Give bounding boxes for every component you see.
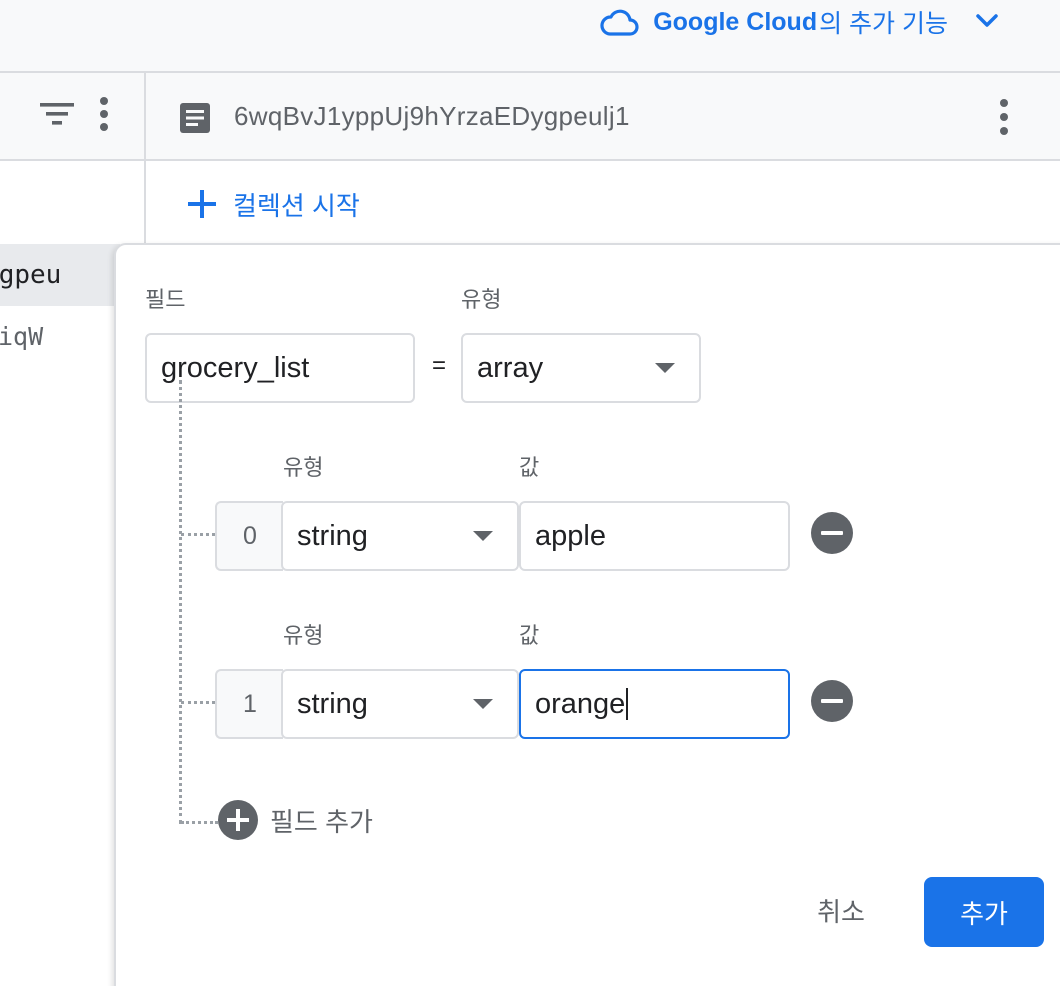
extensions-label: 의 추가 기능: [819, 10, 948, 38]
document-panel-header: 6wqBvJ1yppUj9hYrzaEDygpeulj1: [146, 73, 1060, 161]
type-label: 유형: [461, 287, 502, 312]
filter-icon[interactable]: [38, 95, 76, 133]
document-id: 6wqBvJ1yppUj9hYrzaEDygpeulj1: [234, 101, 630, 131]
element-value-input[interactable]: apple: [519, 501, 790, 571]
tree-line: [179, 380, 182, 824]
google-cloud-extensions-menu[interactable]: Google Cloud 의 추가 기능: [599, 2, 948, 42]
dropdown-arrow-icon: [655, 363, 675, 373]
element-index-value: 0: [243, 521, 257, 550]
element-type-label: 유형: [283, 455, 324, 480]
add-field-label: 필드 추가: [270, 806, 373, 837]
element-type-value: string: [297, 519, 368, 552]
tree-branch: [181, 533, 215, 536]
field-label: 필드: [145, 287, 186, 312]
tree-branch: [181, 701, 215, 704]
equals-sign: =: [432, 352, 447, 379]
list-item-label: 6wqBvJ1yppUj9hYrzaEDygpeu: [0, 260, 62, 290]
remove-circle-icon[interactable]: [811, 680, 853, 722]
dropdown-arrow-icon: [473, 699, 493, 709]
start-collection-label: 컬렉션 시작: [233, 190, 360, 221]
chevron-down-icon[interactable]: [972, 6, 1002, 36]
field-name-value: grocery_list: [161, 351, 310, 384]
element-type-select[interactable]: string: [281, 669, 519, 739]
element-value-input[interactable]: orange: [519, 669, 790, 739]
field-type-select[interactable]: array: [461, 333, 701, 403]
element-index: 1: [215, 669, 283, 739]
plus-icon: [188, 190, 216, 218]
field-type-value: array: [477, 351, 544, 384]
element-index-value: 1: [243, 689, 257, 718]
add-field-button[interactable]: 필드 추가: [218, 800, 373, 840]
more-vert-icon[interactable]: [90, 95, 118, 133]
remove-circle-icon[interactable]: [811, 512, 853, 554]
add-circle-icon: [218, 800, 258, 840]
top-bar: Google Cloud 의 추가 기능: [0, 0, 1060, 73]
tree-branch: [181, 821, 218, 824]
element-type-value: string: [297, 687, 368, 720]
collection-panel-header: [0, 73, 145, 161]
element-value-text: apple: [535, 519, 606, 552]
start-collection-button[interactable]: 컬렉션 시작: [185, 182, 360, 226]
more-vert-icon[interactable]: [990, 95, 1018, 139]
list-item-selected[interactable]: 6wqBvJ1yppUj9hYrzaEDygpeu: [0, 244, 120, 306]
dropdown-arrow-icon: [473, 531, 493, 541]
cancel-button[interactable]: 취소: [796, 880, 886, 940]
google-cloud-brand: Google Cloud: [653, 7, 818, 36]
document-icon: [180, 103, 210, 133]
text-cursor: [626, 688, 629, 720]
field-name-input[interactable]: grocery_list: [145, 333, 415, 403]
element-index: 0: [215, 501, 283, 571]
add-button[interactable]: 추가: [924, 877, 1044, 947]
element-type-label: 유형: [283, 623, 324, 648]
element-type-select[interactable]: string: [281, 501, 519, 571]
element-value-label: 값: [519, 623, 540, 648]
element-value-label: 값: [519, 455, 540, 480]
list-item-label: iqW: [0, 322, 44, 351]
element-value-text: orange: [535, 687, 626, 720]
list-item[interactable]: iqW: [0, 306, 120, 368]
cloud-icon: [600, 9, 639, 36]
